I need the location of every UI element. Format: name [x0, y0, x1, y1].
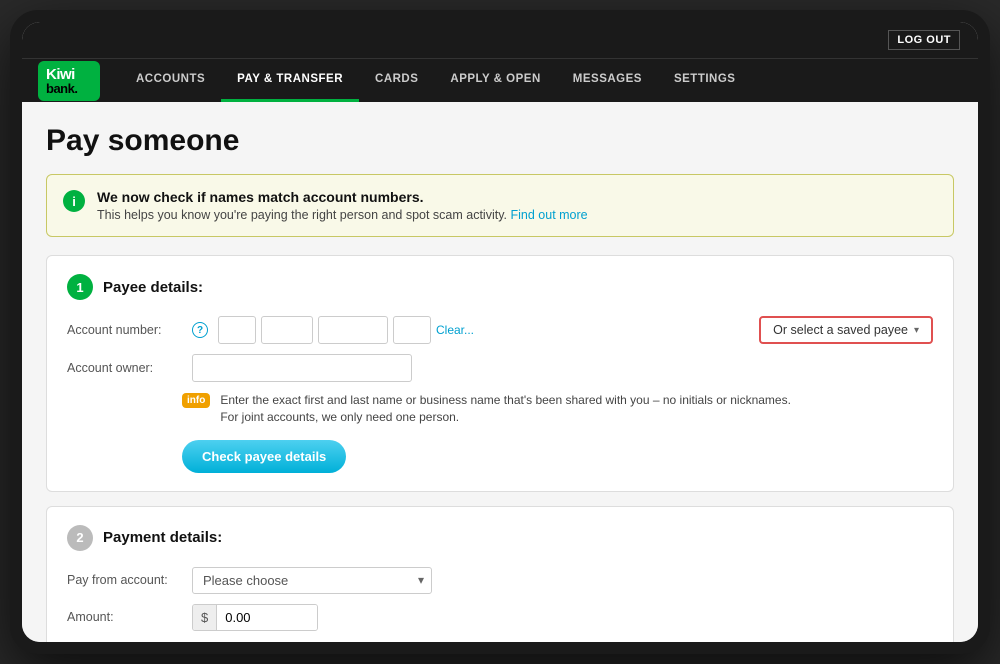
main-content: Pay someone i We now check if names matc…	[22, 102, 978, 642]
info-circle-icon: i	[63, 190, 85, 212]
nav-item-apply-open[interactable]: APPLY & OPEN	[434, 59, 556, 102]
account-number-label: Account number:	[67, 323, 182, 337]
payment-section-header: 2 Payment details:	[67, 525, 933, 551]
top-bar: LOG OUT	[22, 22, 978, 58]
page-title: Pay someone	[46, 124, 954, 158]
account-number-input-2[interactable]	[261, 316, 313, 344]
check-payee-button[interactable]: Check payee details	[182, 440, 346, 473]
nav-item-messages[interactable]: MESSAGES	[557, 59, 658, 102]
nav-bar: Kiwi bank. ACCOUNTS PAY & TRANSFER CARDS…	[22, 58, 978, 102]
payee-details-section: 1 Payee details: Account number: ? Clear…	[46, 255, 954, 492]
info-badge: info	[182, 393, 210, 408]
payee-section-title: Payee details:	[103, 279, 203, 296]
info-badge-row: info Enter the exact first and last name…	[182, 392, 933, 426]
account-number-input-3[interactable]	[318, 316, 388, 344]
pay-from-select[interactable]: Please choose	[192, 567, 432, 594]
payment-details-section: 2 Payment details: Pay from account: Ple…	[46, 506, 954, 642]
info-badge-text: Enter the exact first and last name or b…	[220, 392, 791, 426]
pay-from-row: Pay from account: Please choose	[67, 567, 933, 594]
nav-item-accounts[interactable]: ACCOUNTS	[120, 59, 221, 102]
amount-currency: $	[193, 605, 217, 630]
amount-input[interactable]	[217, 605, 317, 630]
clear-link[interactable]: Clear...	[436, 323, 474, 337]
payment-section-title: Payment details:	[103, 529, 222, 546]
nav-items: ACCOUNTS PAY & TRANSFER CARDS APPLY & OP…	[120, 59, 978, 102]
nav-item-settings[interactable]: SETTINGS	[658, 59, 752, 102]
logo-kiwi-text: Kiwi	[46, 67, 75, 82]
help-icon[interactable]: ?	[192, 322, 208, 338]
payee-section-header: 1 Payee details:	[67, 274, 933, 300]
info-banner-text: We now check if names match account numb…	[97, 189, 588, 222]
pay-from-label: Pay from account:	[67, 573, 182, 587]
info-banner-body: This helps you know you're paying the ri…	[97, 208, 588, 222]
saved-payee-button[interactable]: Or select a saved payee ▾	[759, 316, 933, 344]
logo[interactable]: Kiwi bank.	[38, 61, 100, 101]
logo-bank-text: bank.	[46, 82, 77, 95]
info-banner-heading: We now check if names match account numb…	[97, 189, 588, 205]
account-number-input-1[interactable]	[218, 316, 256, 344]
amount-row: Amount: $	[67, 604, 933, 631]
account-owner-row: Account owner:	[67, 354, 933, 382]
amount-wrapper: $	[192, 604, 318, 631]
account-number-input-4[interactable]	[393, 316, 431, 344]
pay-from-select-wrapper: Please choose	[192, 567, 432, 594]
nav-item-pay-transfer[interactable]: PAY & TRANSFER	[221, 59, 359, 102]
amount-label: Amount:	[67, 610, 182, 624]
account-owner-input[interactable]	[192, 354, 412, 382]
info-banner: i We now check if names match account nu…	[46, 174, 954, 237]
logout-button[interactable]: LOG OUT	[888, 30, 960, 50]
step-2-badge: 2	[67, 525, 93, 551]
step-1-badge: 1	[67, 274, 93, 300]
nav-item-cards[interactable]: CARDS	[359, 59, 434, 102]
account-number-row: Account number: ? Clear... Or select a s…	[67, 316, 933, 344]
account-number-fields: Clear...	[218, 316, 749, 344]
account-owner-label: Account owner:	[67, 361, 182, 375]
chevron-down-icon: ▾	[914, 325, 919, 336]
find-out-more-link[interactable]: Find out more	[511, 208, 588, 222]
